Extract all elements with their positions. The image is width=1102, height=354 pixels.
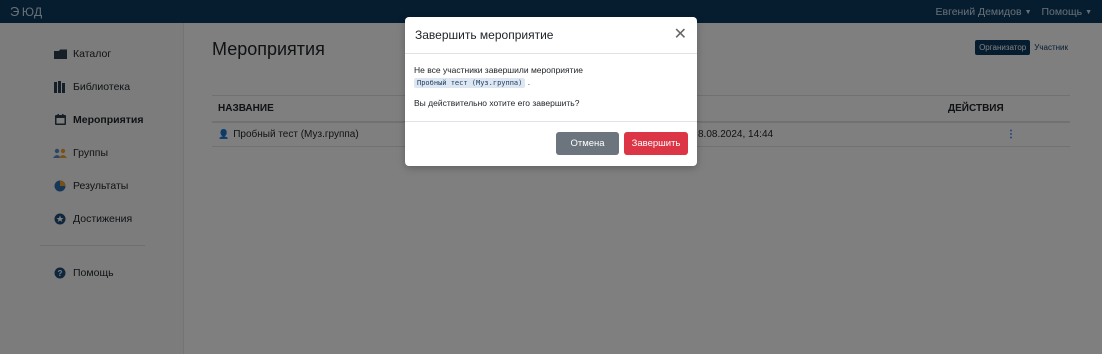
dialog-message: Не все участники завершили мероприятие [414, 65, 584, 75]
event-name-chip: Пробный тест (Муз.группа) [414, 78, 526, 88]
dialog-footer: Отмена Завершить [405, 122, 697, 165]
dialog-event-line: Пробный тест (Муз.группа) . [414, 77, 688, 88]
finish-event-dialog: Завершить мероприятие ✕ Не все участники… [405, 17, 697, 166]
close-icon[interactable]: ✕ [674, 27, 687, 43]
dialog-title: Завершить мероприятие [415, 28, 554, 42]
dialog-body: Не все участники завершили мероприятие П… [405, 54, 697, 122]
cancel-button[interactable]: Отмена [556, 132, 619, 155]
dialog-question: Вы действительно хотите его завершить? [414, 98, 580, 108]
dialog-header: Завершить мероприятие ✕ [405, 17, 697, 54]
confirm-finish-button[interactable]: Завершить [624, 132, 688, 155]
